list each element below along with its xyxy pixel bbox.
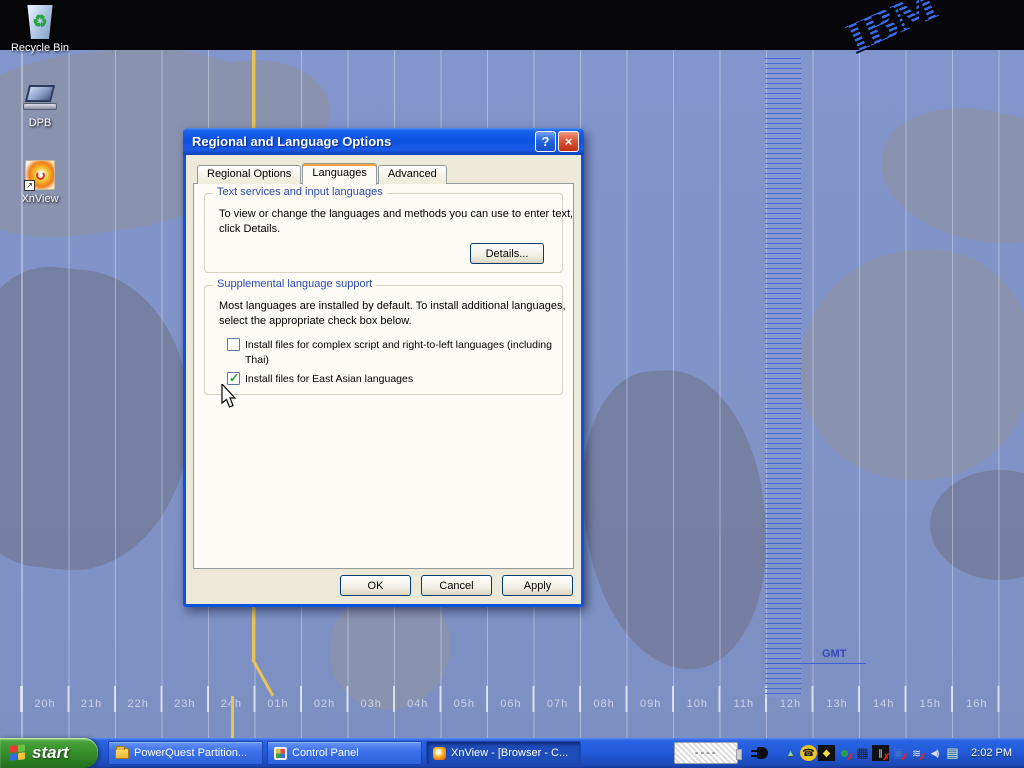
task-xnview[interactable]: XnView - [Browser - C... (426, 741, 581, 765)
dialog-button-row: OK Cancel Apply (340, 575, 573, 596)
gmt-hatched-band (765, 58, 801, 698)
cancel-button[interactable]: Cancel (421, 575, 492, 596)
supplemental-language-groupbox: Supplemental language support Most langu… (204, 285, 563, 395)
hour-label: 09h (636, 698, 666, 710)
desktop: GMT 20h21h22h23h24h01h02h03h04h05h06h07h… (0, 0, 1024, 768)
groupbox-title: Supplemental language support (213, 278, 376, 290)
recycle-bin-icon: ♻ (25, 5, 55, 39)
hour-label: 07h (543, 698, 573, 710)
hour-label: 01h (263, 698, 293, 710)
shortcut-arrow-icon: ↗ (24, 180, 35, 191)
hour-label: 23h (170, 698, 200, 710)
windows-flag-icon (10, 744, 26, 762)
tab-strip: Regional Options Languages Advanced (197, 163, 448, 184)
hour-label: 03h (356, 698, 386, 710)
tab-regional-options[interactable]: Regional Options (197, 165, 301, 184)
volume-icon[interactable] (926, 745, 943, 761)
hour-label: 10h (682, 698, 712, 710)
desktop-icon-dpb[interactable]: DPB (1, 84, 79, 129)
wireless-error-icon[interactable] (908, 745, 925, 761)
start-label: start (32, 743, 69, 763)
close-button[interactable]: × (558, 131, 579, 152)
task-label: PowerQuest Partition... (134, 747, 247, 759)
checkbox-complex-script[interactable] (227, 338, 240, 351)
hour-label: 15h (915, 698, 945, 710)
mouse-cursor (221, 384, 239, 411)
groupbox-description: Most languages are installed by default.… (219, 299, 581, 329)
desktop-icon-label: Recycle Bin (1, 42, 79, 54)
xnview-icon: ↗ (25, 160, 55, 190)
laptop-icon (22, 84, 58, 114)
hour-label: 16h (962, 698, 992, 710)
task-icon (115, 748, 129, 759)
help-button[interactable]: ? (535, 131, 556, 152)
no-signal-icon[interactable] (872, 745, 889, 761)
text-services-groupbox: Text services and input languages To vie… (204, 193, 563, 273)
hour-label: 02h (310, 698, 340, 710)
hour-label: 05h (449, 698, 479, 710)
display-icon[interactable] (944, 745, 961, 761)
offline-user-icon[interactable] (836, 745, 853, 761)
hour-label: 12h (776, 698, 806, 710)
meridian-line (252, 606, 255, 662)
tablet-icon[interactable] (818, 745, 835, 761)
hour-label: 22h (123, 698, 153, 710)
task-powerquest[interactable]: PowerQuest Partition... (108, 741, 263, 765)
task-button-area: PowerQuest Partition... Control Panel Xn… (108, 741, 581, 765)
gmt-underline (766, 663, 866, 664)
hour-labels-row: 20h21h22h23h24h01h02h03h04h05h06h07h08h0… (30, 698, 992, 710)
dialer-icon[interactable] (800, 745, 817, 761)
gmt-label: GMT (822, 648, 846, 660)
system-tray (782, 745, 961, 761)
network-error-icon[interactable] (890, 745, 907, 761)
hour-label: 21h (77, 698, 107, 710)
desktop-icon-xnview[interactable]: ↗ XnView (1, 160, 79, 205)
start-button[interactable]: start (0, 738, 98, 768)
hour-label: 04h (403, 698, 433, 710)
meridian-line (231, 696, 234, 738)
hour-label: 08h (589, 698, 619, 710)
tab-advanced[interactable]: Advanced (378, 165, 447, 184)
hour-label: 13h (822, 698, 852, 710)
task-icon (274, 747, 287, 760)
ac-power-plug-icon[interactable] (750, 745, 772, 761)
groupbox-description: To view or change the languages and meth… (219, 207, 575, 237)
desktop-icon-label: XnView (1, 193, 79, 205)
network-tree-icon[interactable] (854, 745, 871, 761)
tab-label: Regional Options (207, 168, 291, 180)
taskbar-clock: 2:02 PM (971, 747, 1012, 759)
tab-languages[interactable]: Languages (302, 163, 376, 185)
task-label: Control Panel (292, 747, 359, 759)
hour-label: 11h (729, 698, 759, 710)
regional-language-options-dialog: Regional and Language Options ? × Region… (183, 128, 584, 607)
battery-meter[interactable]: ---- (674, 742, 738, 764)
checkbox-label: Install files for complex script and rig… (245, 338, 562, 368)
tab-label: Advanced (388, 168, 437, 180)
hour-label: 20h (30, 698, 60, 710)
apply-button[interactable]: Apply (502, 575, 573, 596)
dialog-body: Regional Options Languages Advanced Text… (186, 155, 581, 604)
checkbox-row: Install files for complex script and rig… (227, 338, 562, 368)
removable-hardware-icon[interactable] (782, 745, 799, 761)
taskbar: start PowerQuest Partition... Control Pa… (0, 738, 1024, 768)
hour-label: 06h (496, 698, 526, 710)
desktop-icon-recycle-bin[interactable]: ♻ Recycle Bin (1, 5, 79, 54)
meridian-line (252, 50, 255, 129)
hour-label: 14h (869, 698, 899, 710)
checkbox-row: Install files for East Asian languages (227, 372, 413, 387)
task-label: XnView - [Browser - C... (451, 747, 568, 759)
ok-button[interactable]: OK (340, 575, 411, 596)
dialog-title: Regional and Language Options (192, 134, 533, 149)
details-button[interactable]: Details... (470, 243, 544, 264)
groupbox-title: Text services and input languages (213, 186, 387, 198)
desktop-icon-label: DPB (1, 117, 79, 129)
wallpaper-top-strip: IBM (0, 0, 1024, 50)
tab-label: Languages (312, 167, 366, 179)
task-icon (433, 747, 446, 760)
task-control-panel[interactable]: Control Panel (267, 741, 422, 765)
dialog-titlebar[interactable]: Regional and Language Options ? × (183, 128, 584, 155)
checkbox-label: Install files for East Asian languages (245, 372, 413, 387)
languages-tab-page: Text services and input languages To vie… (193, 183, 574, 569)
